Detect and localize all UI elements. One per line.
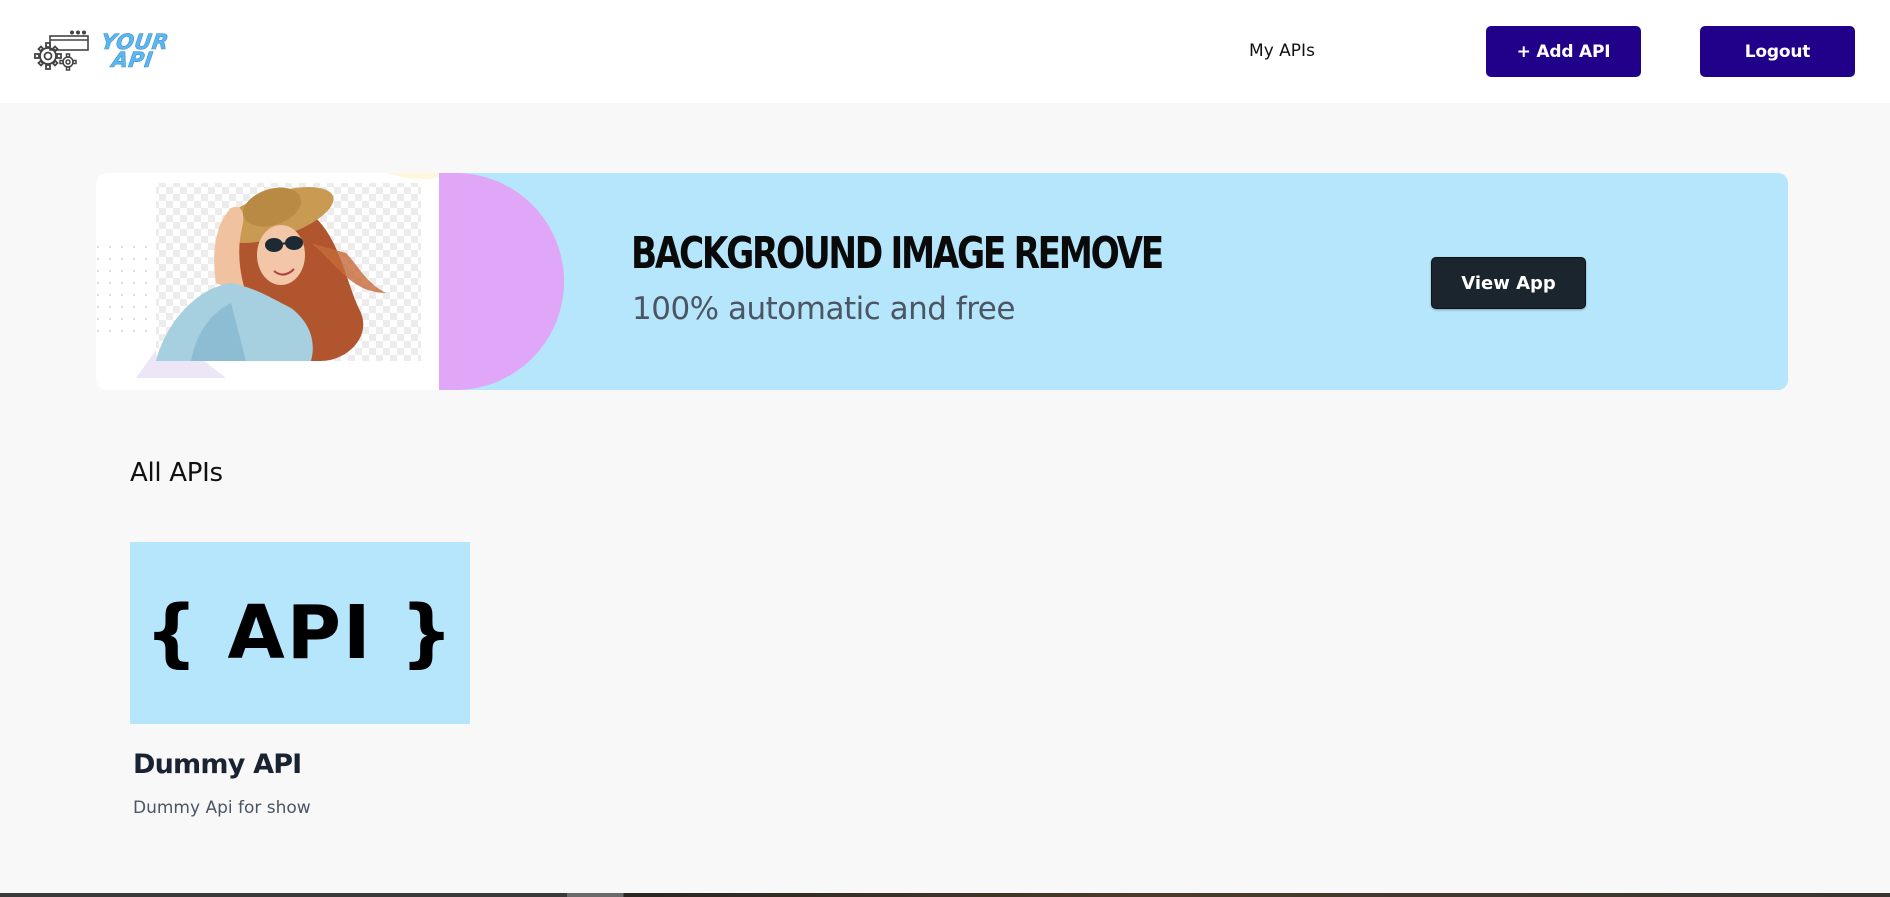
bottom-edge xyxy=(0,893,1890,897)
woman-with-sunhat-photo xyxy=(96,173,439,378)
gear-window-icon xyxy=(34,30,89,71)
section-title: All APIs xyxy=(130,458,223,488)
api-card[interactable]: { API } Dummy API Dummy Api for show xyxy=(130,542,470,832)
nav-my-apis[interactable]: My APIs xyxy=(1222,38,1342,64)
api-card-image-text: { API } xyxy=(145,590,455,676)
logout-button[interactable]: Logout xyxy=(1700,26,1855,77)
api-card-title[interactable]: Dummy API xyxy=(133,749,302,780)
promo-banner: BACKGROUND IMAGE REMOVE 100% automatic a… xyxy=(96,173,1788,390)
top-navbar: YOUR API My APIs + Add API Logout xyxy=(0,0,1890,103)
banner-subtitle: 100% automatic and free xyxy=(632,291,1015,327)
api-card-description: Dummy Api for show xyxy=(133,798,311,818)
view-app-button[interactable]: View App xyxy=(1431,257,1586,309)
logo-text: YOUR API xyxy=(97,30,171,73)
add-api-button[interactable]: + Add API xyxy=(1486,26,1641,77)
banner-photo-panel xyxy=(96,173,439,390)
logo[interactable]: YOUR API xyxy=(28,30,188,72)
banner-title: BACKGROUND IMAGE REMOVE xyxy=(631,228,1164,279)
api-card-image: { API } xyxy=(130,542,470,724)
